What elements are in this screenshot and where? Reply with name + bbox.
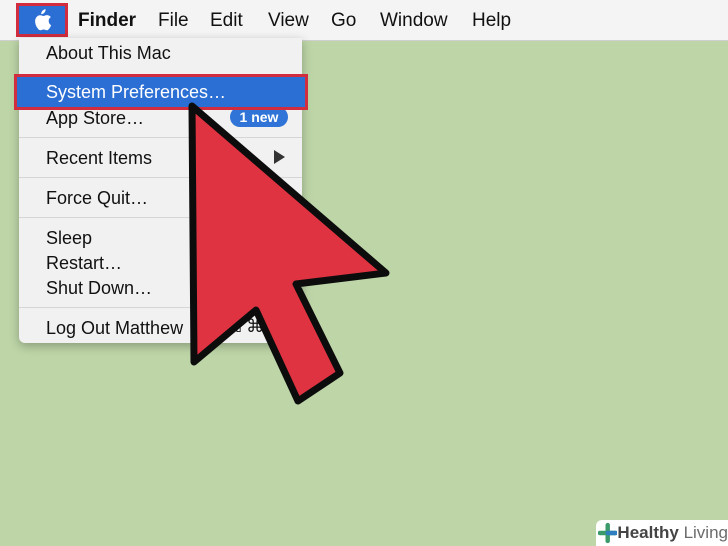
app-store-update-badge: 1 new (230, 107, 288, 127)
healthy-living-logo-icon (598, 522, 618, 544)
menu-item-about-this-mac[interactable]: About This Mac (46, 43, 171, 63)
menu-separator (19, 217, 302, 218)
system-preferences-label: System Preferences… (46, 82, 227, 102)
watermark-text-healthy: Healthy (617, 523, 679, 542)
watermark-text-living: Living (683, 523, 728, 542)
apple-logo-icon (35, 9, 52, 31)
healthy-living-watermark: Healthy Living (596, 520, 728, 546)
menu-item-sleep[interactable]: Sleep (46, 228, 92, 248)
menu-file[interactable]: File (158, 10, 189, 32)
menu-item-restart[interactable]: Restart… (46, 253, 122, 273)
menu-item-recent-items[interactable]: Recent Items (46, 148, 152, 168)
menu-finder[interactable]: Finder (78, 10, 136, 32)
menu-item-system-preferences[interactable]: System Preferences… (14, 74, 308, 110)
menu-help[interactable]: Help (472, 10, 511, 32)
submenu-arrow-icon (274, 150, 285, 164)
menu-separator (19, 137, 302, 138)
menu-item-log-out[interactable]: Log Out Matthew (46, 318, 183, 338)
menu-window[interactable]: Window (380, 10, 448, 32)
menu-go[interactable]: Go (331, 10, 356, 32)
menu-separator (19, 177, 302, 178)
menu-item-shut-down[interactable]: Shut Down… (46, 278, 152, 298)
menu-view[interactable]: View (268, 10, 309, 32)
menu-item-force-quit[interactable]: Force Quit… (46, 188, 148, 208)
menu-edit[interactable]: Edit (210, 10, 243, 32)
apple-menu-button[interactable] (16, 3, 68, 37)
menu-item-app-store[interactable]: App Store… (46, 108, 144, 128)
menu-separator (19, 307, 302, 308)
menu-bar: Finder File Edit View Go Window Help (0, 0, 728, 41)
log-out-shortcut: ⇧⌘Q (231, 316, 279, 336)
